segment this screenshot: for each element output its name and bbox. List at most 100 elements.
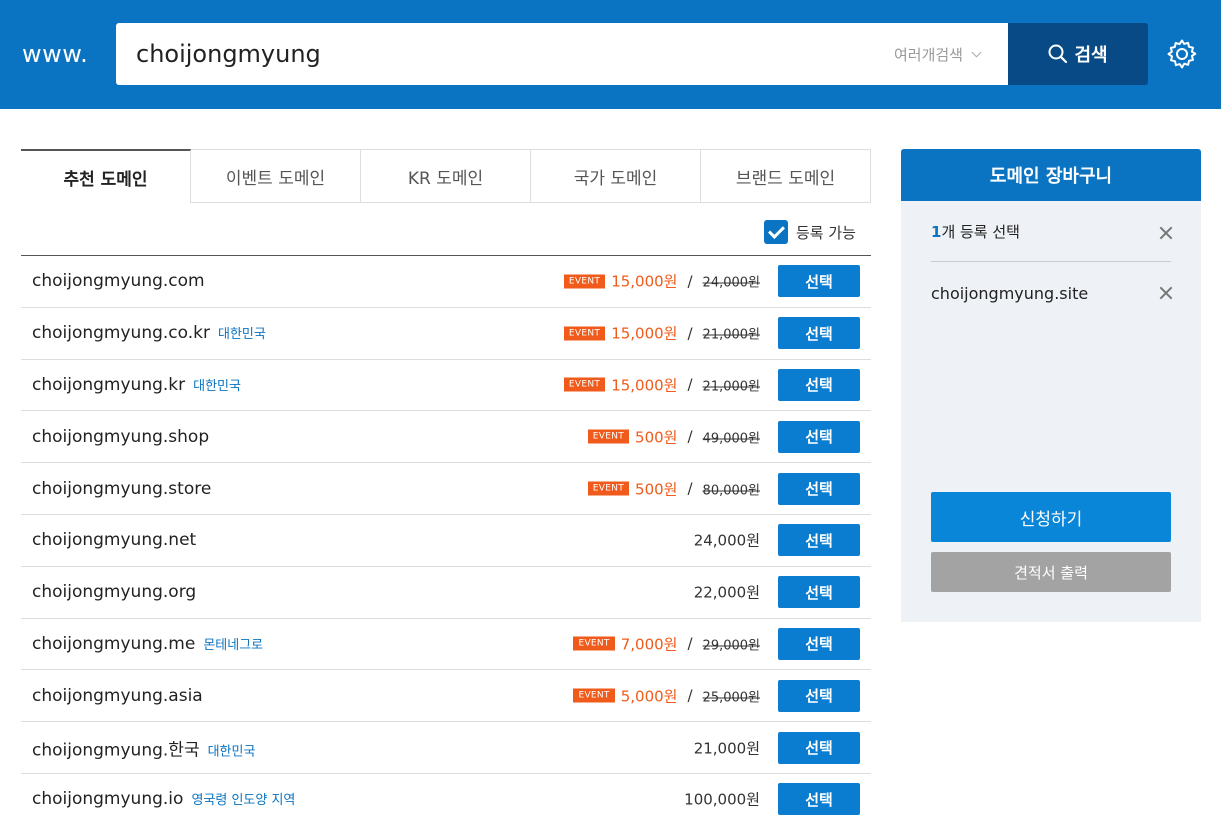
- domain-country: 대한민국: [207, 744, 256, 760]
- domain-name: choijongmyung.store: [32, 479, 211, 499]
- domain-name: choijongmyung.net: [32, 530, 196, 550]
- domain-name-text: choijongmyung.kr: [32, 374, 186, 395]
- multi-search-dropdown[interactable]: 여러개검색: [893, 44, 982, 65]
- domain-name: choijongmyung.한국 대한민국: [32, 735, 255, 760]
- price: 22,000원: [693, 583, 760, 602]
- available-checkbox[interactable]: [764, 220, 788, 244]
- domain-row: choijongmyung.io 영국령 인도양 지역 100,000원 선택: [21, 774, 871, 825]
- sale-price: 7,000원: [620, 635, 678, 654]
- price-area: EVENT 500원 / 80,000원: [587, 478, 760, 499]
- tab-1[interactable]: 이벤트 도메인: [191, 149, 361, 203]
- domain-row: choijongmyung.kr 대한민국 EVENT 15,000원 / 21,000원…: [21, 360, 871, 412]
- domain-row: choijongmyung.shop EVENT 500원 / 49,000원 선택: [21, 411, 871, 464]
- available-filter[interactable]: 등록 가능: [764, 220, 856, 244]
- domain-name-text: choijongmyung.한국: [32, 740, 200, 761]
- select-button[interactable]: 선택: [778, 472, 860, 505]
- tab-0[interactable]: 추천 도메인: [21, 149, 191, 203]
- clear-cart-icon[interactable]: [1159, 226, 1173, 240]
- domain-row: choijongmyung.asia EVENT 5,000원 / 25,000원 선택: [21, 670, 871, 723]
- domain-name: choijongmyung.asia: [32, 686, 203, 706]
- search-icon: [1048, 44, 1068, 64]
- event-badge: EVENT: [563, 326, 606, 341]
- domain-row: choijongmyung.한국 대한민국 21,000원 선택: [21, 722, 871, 774]
- original-price: 25,000원: [702, 690, 760, 706]
- event-badge: EVENT: [587, 429, 630, 444]
- event-badge: EVENT: [587, 481, 630, 496]
- select-button[interactable]: 선택: [778, 317, 860, 350]
- domain-country: 대한민국: [218, 327, 266, 343]
- price-area: EVENT 5,000원 / 25,000원: [573, 685, 760, 706]
- search-button-label: 검색: [1074, 45, 1108, 66]
- select-button[interactable]: 선택: [778, 420, 860, 453]
- domain-name-text: choijongmyung.me: [32, 633, 196, 654]
- price-area: 100,000원: [684, 789, 760, 810]
- price-separator: /: [687, 634, 693, 653]
- original-price: 29,000원: [702, 638, 760, 654]
- domain-name: choijongmyung.io 영국령 인도양 지역: [32, 789, 295, 809]
- domain-name-text: choijongmyung.shop: [32, 426, 210, 447]
- select-button[interactable]: 선택: [778, 679, 860, 712]
- remove-item-icon[interactable]: [1159, 286, 1173, 300]
- domain-name-text: choijongmyung.io: [32, 789, 184, 810]
- domain-name: choijongmyung.kr 대한민국: [32, 375, 241, 395]
- cart-title: 도메인 장바구니: [901, 149, 1201, 201]
- print-quote-button[interactable]: 견적서 출력: [931, 552, 1171, 592]
- cart-count-number: 1: [931, 223, 942, 241]
- price-area: 21,000원: [694, 737, 760, 758]
- select-button[interactable]: 선택: [778, 368, 860, 401]
- select-button[interactable]: 선택: [778, 265, 860, 298]
- price-separator: /: [687, 479, 693, 498]
- domain-name-text: choijongmyung.net: [32, 530, 197, 551]
- select-button[interactable]: 선택: [778, 576, 860, 609]
- price-area: 22,000원: [694, 582, 760, 603]
- top-header: www. 여러개검색 검색: [0, 0, 1221, 109]
- domain-cart: 도메인 장바구니 1개 등록 선택 choijongmyung.site 신청하…: [901, 149, 1201, 622]
- event-badge: EVENT: [573, 636, 615, 651]
- price-area: EVENT 15,000원 / 21,000원: [563, 323, 760, 344]
- select-button[interactable]: 선택: [778, 524, 860, 557]
- multi-search-label: 여러개검색: [893, 46, 963, 64]
- domain-name: choijongmyung.shop: [32, 427, 209, 447]
- tab-3[interactable]: 국가 도메인: [531, 149, 701, 203]
- price-area: EVENT 15,000원 / 21,000원: [563, 374, 760, 395]
- original-price: 21,000원: [702, 327, 760, 343]
- chevron-down-icon: [971, 47, 982, 58]
- price-area: 24,000원: [694, 530, 760, 551]
- tab-4[interactable]: 브랜드 도메인: [701, 149, 871, 203]
- sale-price: 5,000원: [620, 687, 678, 706]
- price-area: EVENT 15,000원 / 24,000원: [563, 271, 760, 292]
- domain-search-input[interactable]: [136, 36, 836, 72]
- select-button[interactable]: 선택: [778, 783, 860, 816]
- cart-count: 1개 등록 선택: [931, 221, 1020, 242]
- original-price: 49,000원: [702, 431, 760, 447]
- price: 24,000원: [693, 531, 760, 550]
- search-button[interactable]: 검색: [1008, 23, 1148, 85]
- domain-country: 대한민국: [193, 378, 241, 394]
- domain-row: choijongmyung.org 22,000원 선택: [21, 567, 871, 619]
- sale-price: 500원: [635, 480, 678, 499]
- domain-name: choijongmyung.com: [32, 271, 205, 291]
- domain-name: choijongmyung.org: [32, 582, 196, 602]
- event-badge: EVENT: [573, 688, 615, 703]
- sale-price: 500원: [635, 428, 678, 447]
- domain-name-text: choijongmyung.store: [32, 478, 212, 499]
- apply-button[interactable]: 신청하기: [931, 492, 1171, 542]
- event-badge: EVENT: [563, 377, 606, 392]
- select-button[interactable]: 선택: [778, 627, 860, 660]
- select-button[interactable]: 선택: [778, 731, 860, 764]
- original-price: 24,000원: [702, 275, 760, 291]
- gear-icon[interactable]: [1166, 38, 1198, 70]
- domain-name: choijongmyung.me 몬테네그로: [32, 634, 263, 654]
- domain-name: choijongmyung.co.kr 대한민국: [32, 323, 266, 343]
- domain-name-text: choijongmyung.org: [32, 582, 197, 603]
- price-separator: /: [687, 686, 693, 705]
- price-area: EVENT 500원 / 49,000원: [587, 426, 760, 447]
- domain-row: choijongmyung.store EVENT 500원 / 80,000원 선택: [21, 463, 871, 515]
- cart-divider: [931, 261, 1171, 262]
- search-box: 여러개검색: [116, 23, 1008, 85]
- tab-2[interactable]: KR 도메인: [361, 149, 531, 203]
- sale-price: 15,000원: [611, 324, 678, 343]
- price-separator: /: [687, 272, 693, 291]
- cart-item: choijongmyung.site: [931, 284, 1089, 303]
- original-price: 21,000원: [702, 379, 760, 395]
